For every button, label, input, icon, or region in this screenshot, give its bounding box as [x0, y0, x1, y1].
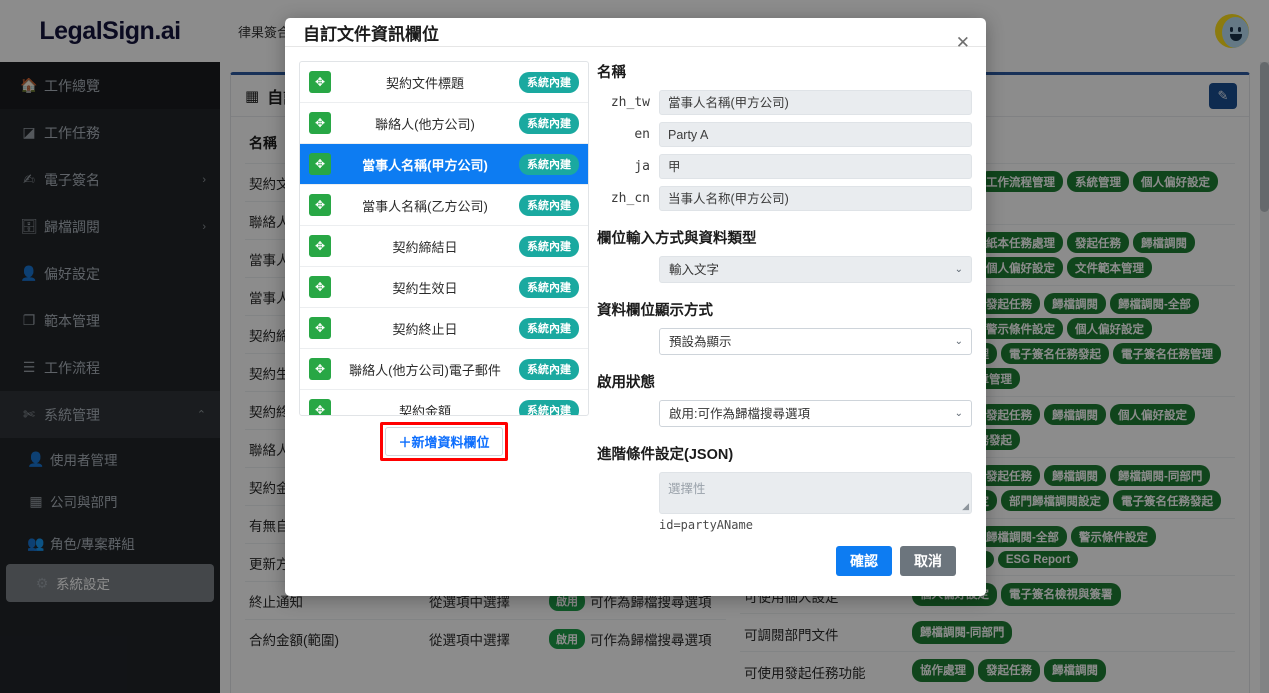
system-builtin-badge: 系統內建 — [519, 194, 579, 216]
field-item-label: 當事人名稱(甲方公司) — [362, 157, 488, 173]
input-type-section: 欄位輸入方式與資料類型 輸入文字 ⌄ — [597, 227, 972, 284]
enable-state-select[interactable]: 啟用:可作為歸檔搜尋選項 ⌄ — [659, 400, 972, 428]
drag-handle-icon[interactable]: ✥ — [309, 153, 331, 176]
field-form-pane: 名稱 zh_tw 當事人名稱(甲方公司) en Party A ja 甲 zh_cn 当事人名… — [589, 61, 972, 577]
language-name-input[interactable]: 甲 — [659, 154, 972, 180]
advanced-json-textarea[interactable]: 選擇性 ◢ — [659, 472, 972, 515]
field-item-label: 契約金額 — [398, 403, 451, 417]
drag-handle-icon[interactable]: ✥ — [309, 317, 331, 340]
name-section-label: 名稱 — [597, 65, 626, 82]
drag-handle-icon[interactable]: ✥ — [309, 399, 331, 416]
language-name-input[interactable]: 当事人名称(甲方公司) — [659, 186, 972, 212]
add-field-wrap: ＋新增資料欄位 — [299, 422, 589, 462]
drag-handle-icon[interactable]: ✥ — [309, 71, 331, 94]
chevron-down-icon: ⌄ — [954, 336, 963, 348]
chevron-down-icon: ⌄ — [954, 408, 963, 420]
modal-header: 自訂文件資訊欄位 ✕ — [285, 18, 986, 51]
close-icon[interactable]: ✕ — [956, 34, 970, 51]
field-list-pane: ✥ 契約文件標題 系統內建 ✥ 聯絡人(他方公司) 系統內建 ✥ 當事人名稱(甲方公司) 系統內… — [299, 61, 589, 576]
add-field-button[interactable]: ＋新增資料欄位 — [385, 427, 503, 457]
field-item-label: 契約締結日 — [392, 239, 458, 255]
field-list-item[interactable]: ✥ 契約金額 系統內建 — [300, 390, 588, 416]
modal-title: 自訂文件資訊欄位 — [303, 24, 439, 44]
field-item-label: 契約文件標題 — [385, 75, 464, 91]
drag-handle-icon[interactable]: ✥ — [309, 112, 331, 135]
language-name-row: en Party A — [597, 122, 972, 148]
system-builtin-badge: 系統內建 — [519, 276, 579, 298]
advanced-hint: id=partyAName — [659, 518, 753, 533]
drag-handle-icon[interactable]: ✥ — [309, 358, 331, 381]
system-builtin-badge: 系統內建 — [519, 112, 579, 134]
input-type-label: 欄位輸入方式與資料類型 — [597, 231, 757, 248]
field-list-item[interactable]: ✥ 當事人名稱(乙方公司) 系統內建 — [300, 185, 588, 227]
field-list-item[interactable]: ✥ 契約締結日 系統內建 — [300, 226, 588, 268]
language-key-label: zh_cn — [610, 191, 650, 207]
field-list-item[interactable]: ✥ 聯絡人(他方公司)電子郵件 系統內建 — [300, 349, 588, 391]
input-type-select-wrap: 輸入文字 ⌄ — [597, 256, 972, 284]
chevron-down-icon: ⌄ — [954, 264, 963, 276]
field-item-label: 聯絡人(他方公司) — [375, 116, 475, 132]
field-list[interactable]: ✥ 契約文件標題 系統內建 ✥ 聯絡人(他方公司) 系統內建 ✥ 當事人名稱(甲方公司) 系統內… — [299, 61, 589, 417]
field-list-item[interactable]: ✥ 當事人名稱(甲方公司) 系統內建 — [300, 144, 588, 186]
field-list-item[interactable]: ✥ 契約終止日 系統內建 — [300, 308, 588, 350]
language-name-input[interactable]: 當事人名稱(甲方公司) — [659, 90, 972, 116]
modal-body: ✥ 契約文件標題 系統內建 ✥ 聯絡人(他方公司) 系統內建 ✥ 當事人名稱(甲方公司) 系統內… — [285, 47, 986, 577]
system-builtin-badge: 系統內建 — [519, 317, 579, 339]
drag-handle-icon[interactable]: ✥ — [309, 276, 331, 299]
field-list-item[interactable]: ✥ 聯絡人(他方公司) 系統內建 — [300, 103, 588, 145]
input-type-select[interactable]: 輸入文字 ⌄ — [659, 256, 972, 284]
language-name-input[interactable]: Party A — [659, 122, 972, 148]
system-builtin-badge: 系統內建 — [519, 399, 579, 416]
advanced-textarea-wrap: 選擇性 ◢ — [597, 472, 972, 515]
advanced-label: 進階條件設定(JSON) — [597, 447, 734, 464]
language-name-row: ja 甲 — [597, 154, 972, 180]
field-item-label: 當事人名稱(乙方公司) — [362, 198, 488, 214]
input-type-value: 輸入文字 — [669, 263, 720, 278]
modal-footer — [285, 576, 986, 596]
resize-grip-icon[interactable]: ◢ — [962, 501, 969, 512]
enable-state-value: 啟用:可作為歸檔搜尋選項 — [669, 407, 810, 422]
field-item-label: 聯絡人(他方公司)電子郵件 — [349, 362, 501, 378]
language-name-row: zh_tw 當事人名稱(甲方公司) — [597, 90, 972, 116]
field-list-item[interactable]: ✥ 契約生效日 系統內建 — [300, 267, 588, 309]
enable-state-label: 啟用狀態 — [597, 375, 655, 392]
display-mode-section: 資料欄位顯示方式 預設為顯示 ⌄ — [597, 299, 972, 356]
system-builtin-badge: 系統內建 — [519, 71, 579, 93]
system-builtin-badge: 系統內建 — [519, 358, 579, 380]
drag-handle-icon[interactable]: ✥ — [309, 194, 331, 217]
language-name-row: zh_cn 当事人名称(甲方公司) — [597, 186, 972, 212]
drag-handle-icon[interactable]: ✥ — [309, 235, 331, 258]
display-mode-value: 預設為顯示 — [669, 335, 732, 350]
enable-state-select-wrap: 啟用:可作為歸檔搜尋選項 ⌄ — [597, 400, 972, 428]
enable-state-section: 啟用狀態 啟用:可作為歸檔搜尋選項 ⌄ — [597, 371, 972, 428]
advanced-placeholder: 選擇性 — [668, 482, 706, 497]
field-item-label: 契約生效日 — [392, 280, 458, 296]
system-builtin-badge: 系統內建 — [519, 235, 579, 257]
language-key-label: ja — [634, 159, 650, 175]
language-key-label: en — [634, 127, 650, 143]
language-key-label: zh_tw — [610, 95, 650, 111]
field-list-item[interactable]: ✥ 契約文件標題 系統內建 — [300, 62, 588, 104]
display-mode-label: 資料欄位顯示方式 — [597, 303, 713, 320]
display-mode-select[interactable]: 預設為顯示 ⌄ — [659, 328, 972, 356]
confirm-button[interactable]: 確認 — [836, 546, 892, 577]
modal-actions: 確認 取消 — [597, 532, 972, 577]
system-builtin-badge: 系統內建 — [519, 153, 579, 175]
advanced-section: 進階條件設定(JSON) 選擇性 ◢ id=partyAName — [597, 443, 972, 532]
display-mode-select-wrap: 預設為顯示 ⌄ — [597, 328, 972, 356]
custom-field-modal: 自訂文件資訊欄位 ✕ ✥ 契約文件標題 系統內建 ✥ 聯絡人(他方公司) 系統內建 ✥ 當事人… — [285, 18, 986, 596]
add-field-highlight: ＋新增資料欄位 — [380, 422, 508, 462]
field-item-label: 契約終止日 — [392, 321, 458, 337]
cancel-button[interactable]: 取消 — [900, 546, 956, 577]
